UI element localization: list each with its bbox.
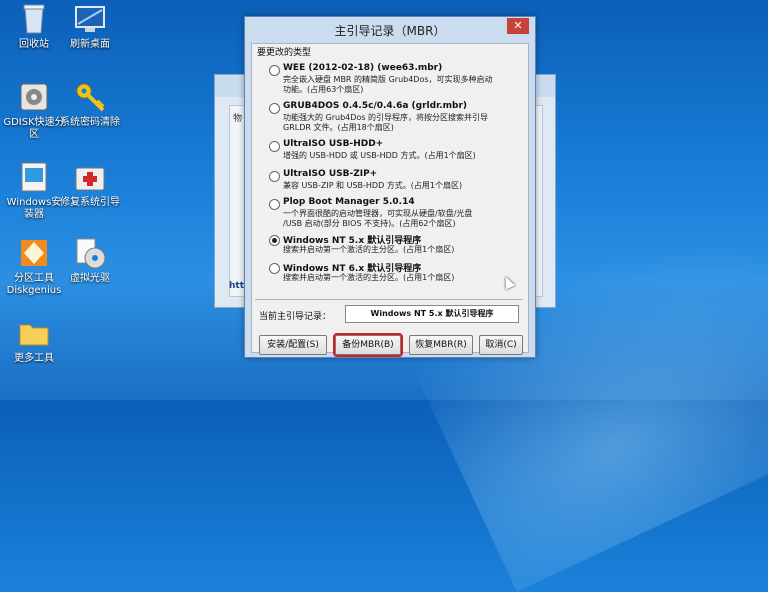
desktop-icon-label: GDISK快速分 区 [3, 117, 65, 140]
desktop-icon-label: 刷新桌面 [70, 39, 110, 50]
radio-button[interactable] [269, 263, 280, 274]
option-description: 兼容 USB-ZIP 和 USB-HDD 方式。(占用1个扇区) [283, 181, 463, 190]
cancel-button[interactable]: 取消(C) [479, 335, 523, 355]
desktop-icon-password-reset[interactable]: 系统密码清除 [58, 80, 122, 129]
desktop-icon-recycle-bin[interactable]: 回收站 [2, 2, 66, 51]
option-name: GRUB4DOS 0.4.5c/0.4.6a (grldr.mbr) [283, 101, 468, 111]
desktop-icon-label: Windows安 装器 [6, 197, 62, 220]
option-description: 增强的 USB-HDD 或 USB-HDD 方式。(占用1个扇区) [283, 151, 476, 160]
option-description: 搜索并启动第一个激活的主分区。(占用1个扇区) [283, 245, 455, 254]
cd-icon [73, 236, 107, 270]
mbr-type-options: WEE (2012-02-18) (wee63.mbr) 完全嵌入硬盘 MBR … [255, 57, 513, 293]
background-window-label: 物 [233, 114, 243, 124]
install-button[interactable]: 安装/配置(S) [259, 335, 327, 355]
option-name: UltraISO USB-ZIP+ [283, 169, 378, 179]
mbr-dialog: 主引导记录（MBR） ✕ 要更改的类型 WEE (2012-02-18) (we… [244, 16, 536, 358]
close-button[interactable]: ✕ [507, 18, 529, 34]
radio-button[interactable] [269, 103, 280, 114]
option-description: 功能强大的 Grub4Dos 的引导程序，将按分区搜索并引导 GRLDR 文件。… [283, 113, 489, 132]
desktop-icon-label: 系统密码清除 [60, 117, 120, 128]
desktop-icon-repair-boot[interactable]: 修复系统引导 [58, 160, 122, 209]
current-mbr-value: Windows NT 5.x 默认引导程序 [345, 305, 519, 323]
desktop-icon-label: 虚拟光驱 [70, 273, 110, 284]
desktop-icon-diskgenius[interactable]: 分区工具 Diskgenius [2, 236, 66, 297]
option-description: 搜索并启动第一个激活的主分区。(占用1个扇区) [283, 273, 455, 282]
radio-button[interactable] [269, 65, 280, 76]
key-icon [73, 80, 107, 114]
setup-icon [17, 160, 51, 194]
recycle-bin-icon [17, 2, 51, 36]
radio-button[interactable] [269, 199, 280, 210]
desktop-icon-label: 回收站 [19, 39, 49, 50]
desktop-icon-label: 分区工具 Diskgenius [6, 273, 62, 296]
monitor-icon [73, 2, 107, 36]
desktop-icon-virtual-drive[interactable]: 虚拟光驱 [58, 236, 122, 285]
dialog-title: 主引导记录（MBR） [334, 24, 446, 38]
folder-icon [17, 316, 51, 350]
desktop-icon-refresh-desktop[interactable]: 刷新桌面 [58, 2, 122, 51]
restore-mbr-button[interactable]: 恢复MBR(R) [409, 335, 473, 355]
divider [255, 299, 523, 300]
partition-tool-icon [17, 236, 51, 270]
desktop-icon-label: 修复系统引导 [60, 197, 120, 208]
radio-button[interactable] [269, 141, 280, 152]
option-name: WEE (2012-02-18) (wee63.mbr) [283, 63, 443, 73]
desktop-icon-gdisk[interactable]: GDISK快速分 区 [2, 80, 66, 141]
option-description: 完全嵌入硬盘 MBR 的精简版 Grub4Dos，可实现多种启动 功能。(占用6… [283, 75, 493, 94]
desktop-icon-more-tools[interactable]: 更多工具 [2, 316, 66, 365]
backup-mbr-button[interactable]: 备份MBR(B) [333, 333, 403, 357]
radio-button[interactable] [269, 171, 280, 182]
radio-button-selected[interactable] [269, 235, 280, 246]
option-name: UltraISO USB-HDD+ [283, 139, 384, 149]
first-aid-icon [73, 160, 107, 194]
current-mbr-label: 当前主引导记录： [259, 312, 332, 322]
desktop-icon-label: 更多工具 [14, 353, 54, 364]
disk-tool-icon [17, 80, 51, 114]
option-description: 一个界面很酷的启动管理器，可实现从硬盘/软盘/光盘 /USB 启动(部分 BIO… [283, 209, 473, 228]
desktop-icon-windows-installer[interactable]: Windows安 装器 [2, 160, 66, 221]
option-name: Plop Boot Manager 5.0.14 [283, 197, 415, 207]
